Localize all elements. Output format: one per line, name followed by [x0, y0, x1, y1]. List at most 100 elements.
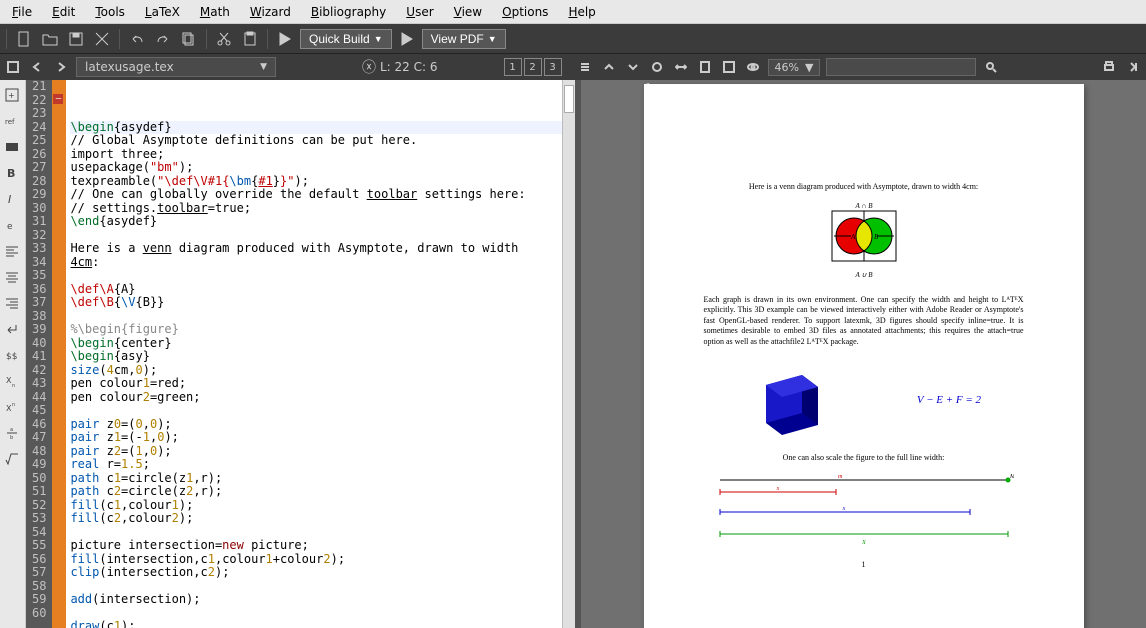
code-line[interactable]: \def\A{A}	[70, 283, 571, 297]
code-line[interactable]: %\begin{figure}	[70, 323, 571, 337]
code-line[interactable]	[70, 229, 571, 243]
code-line[interactable]: 4cm:	[70, 256, 571, 270]
nav-back-icon[interactable]	[28, 58, 46, 76]
code-line[interactable]: size(4cm,0);	[70, 364, 571, 378]
code-line[interactable]: pair z1=(-1,0);	[70, 431, 571, 445]
code-line[interactable]	[70, 107, 571, 121]
label-icon[interactable]	[0, 135, 24, 159]
fit-page-icon[interactable]	[696, 58, 714, 76]
page-btn-2[interactable]: 2	[524, 58, 542, 76]
fit-width-icon[interactable]	[672, 58, 690, 76]
code-line[interactable]: \begin{center}	[70, 337, 571, 351]
open-icon[interactable]	[39, 28, 61, 50]
newline-icon[interactable]	[0, 317, 24, 341]
code-line[interactable]	[70, 607, 571, 621]
code-line[interactable]: fill(c1,colour1);	[70, 499, 571, 513]
file-selector[interactable]: latexusage.tex ▼	[76, 57, 276, 77]
quick-build-button[interactable]: Quick Build▼	[300, 29, 392, 49]
ref-icon[interactable]: ref	[0, 109, 24, 133]
code-line[interactable]: pen colour2=green;	[70, 391, 571, 405]
refresh-icon[interactable]	[648, 58, 666, 76]
code-line[interactable]: \begin{asydef}	[70, 121, 571, 135]
code-line[interactable]	[70, 269, 571, 283]
view-pdf-button[interactable]: View PDF▼	[422, 29, 506, 49]
menu-wizard[interactable]: Wizard	[242, 3, 299, 21]
code-line[interactable]: path c2=circle(z2,r);	[70, 485, 571, 499]
nav-fwd-icon[interactable]	[52, 58, 70, 76]
code-line[interactable]: // settings.toolbar=true;	[70, 202, 571, 216]
menu-user[interactable]: User	[398, 3, 441, 21]
center-align-icon[interactable]	[0, 265, 24, 289]
save-icon[interactable]	[65, 28, 87, 50]
sqrt-icon[interactable]	[0, 447, 24, 471]
code-line[interactable]: \end{asydef}	[70, 215, 571, 229]
up-icon[interactable]	[600, 58, 618, 76]
bold-icon[interactable]: B	[0, 161, 24, 185]
subscript-icon[interactable]: Xn	[0, 369, 24, 393]
code-line[interactable]: add(intersection);	[70, 593, 571, 607]
code-line[interactable]: import three;	[70, 148, 571, 162]
menu-view[interactable]: View	[446, 3, 490, 21]
code-line[interactable]: path c1=circle(z1,r);	[70, 472, 571, 486]
fold-marker[interactable]: –	[53, 94, 63, 104]
copy-icon[interactable]	[178, 28, 200, 50]
undo-icon[interactable]	[126, 28, 148, 50]
code-line[interactable]: pen colour1=red;	[70, 377, 571, 391]
code-line[interactable]	[70, 404, 571, 418]
code-line[interactable]: \def\B{\V{B}}	[70, 296, 571, 310]
menu-bibliography[interactable]: Bibliography	[303, 3, 394, 21]
code-line[interactable]: picture intersection=new picture;	[70, 539, 571, 553]
code-line[interactable]	[70, 310, 571, 324]
code-line[interactable]: pair z0=(0,0);	[70, 418, 571, 432]
frac-icon[interactable]: ab	[0, 421, 24, 445]
close-marker-icon[interactable]: ⓧ	[362, 57, 376, 77]
code-line[interactable]: // Global Asymptote definitions can be p…	[70, 134, 571, 148]
code-line[interactable]: texpreamble("\def\V#1{\bm{#1}}");	[70, 175, 571, 189]
eye-icon[interactable]	[744, 58, 762, 76]
code-area[interactable]: \begin{asydef}// Global Asymptote defini…	[66, 80, 575, 628]
code-line[interactable]: Here is a venn diagram produced with Asy…	[70, 242, 571, 256]
menu-tools[interactable]: Tools	[87, 3, 133, 21]
superscript-icon[interactable]: Xn	[0, 395, 24, 419]
fullscreen-icon[interactable]	[720, 58, 738, 76]
code-line[interactable]: \begin{asy}	[70, 350, 571, 364]
code-line[interactable]: fill(c2,colour2);	[70, 512, 571, 526]
list-icon[interactable]	[576, 58, 594, 76]
code-line[interactable]: pair z2=(1,0);	[70, 445, 571, 459]
search-icon[interactable]	[982, 58, 1000, 76]
editor-scrollbar[interactable]	[562, 80, 575, 628]
code-editor[interactable]: 2122232425262728293031323334353637383940…	[26, 80, 581, 628]
pdf-page[interactable]: Here is a venn diagram produced with Asy…	[644, 84, 1084, 628]
zoom-selector[interactable]: 46%▼	[768, 59, 821, 76]
code-line[interactable]	[70, 526, 571, 540]
new-doc-icon[interactable]	[13, 28, 35, 50]
code-line[interactable]: // One can globally override the default…	[70, 188, 571, 202]
print-icon[interactable]	[1100, 58, 1118, 76]
redo-icon[interactable]	[152, 28, 174, 50]
down-icon[interactable]	[624, 58, 642, 76]
left-align-icon[interactable]	[0, 239, 24, 263]
menu-file[interactable]: File	[4, 3, 40, 21]
menu-options[interactable]: Options	[494, 3, 556, 21]
run-icon[interactable]	[274, 28, 296, 50]
paste-icon[interactable]	[239, 28, 261, 50]
code-line[interactable]: draw(c1);	[70, 620, 571, 628]
code-line[interactable]	[70, 580, 571, 594]
page-btn-3[interactable]: 3	[544, 58, 562, 76]
part-icon[interactable]: +	[0, 83, 24, 107]
menu-math[interactable]: Math	[192, 3, 238, 21]
collapse-right-icon[interactable]	[1124, 58, 1142, 76]
right-align-icon[interactable]	[0, 291, 24, 315]
code-line[interactable]: real r=1.5;	[70, 458, 571, 472]
code-line[interactable]: clip(intersection,c2);	[70, 566, 571, 580]
view-run-icon[interactable]	[396, 28, 418, 50]
math-inline-icon[interactable]: $$	[0, 343, 24, 367]
italic-icon[interactable]: I	[0, 187, 24, 211]
emph-icon[interactable]: e	[0, 213, 24, 237]
close-icon[interactable]	[91, 28, 113, 50]
search-input[interactable]	[826, 58, 976, 76]
menu-edit[interactable]: Edit	[44, 3, 83, 21]
menu-help[interactable]: Help	[560, 3, 603, 21]
menu-latex[interactable]: LaTeX	[137, 3, 188, 21]
structure-icon[interactable]	[4, 58, 22, 76]
